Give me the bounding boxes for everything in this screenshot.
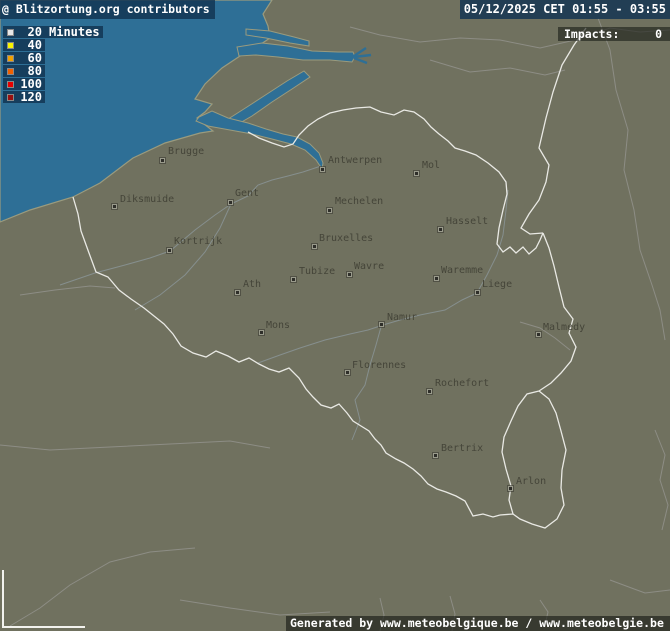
legend-swatch-icon xyxy=(7,94,14,101)
scale-bar-horizontal xyxy=(2,626,85,628)
legend-row-60: 60 xyxy=(3,52,45,64)
city-marker-liege xyxy=(475,290,480,295)
city-marker-antwerpen xyxy=(320,167,325,172)
legend-swatch-icon xyxy=(7,42,14,49)
legend-row-40: 40 xyxy=(3,39,45,51)
city-marker-hasselt xyxy=(438,227,443,232)
legend: 20 Minutes 406080100120 xyxy=(3,26,103,104)
city-label-hasselt: Hasselt xyxy=(446,217,488,227)
legend-row-100: 100 xyxy=(3,78,45,90)
city-label-bruxelles: Bruxelles xyxy=(319,234,373,244)
city-label-mons: Mons xyxy=(266,321,290,331)
legend-row-80: 80 xyxy=(3,65,45,77)
city-label-mechelen: Mechelen xyxy=(335,197,383,207)
city-marker-kortrijk xyxy=(167,248,172,253)
city-marker-diksmuide xyxy=(112,204,117,209)
impacts-value: 0 xyxy=(655,27,662,41)
city-marker-malmedy xyxy=(536,332,541,337)
city-label-kortrijk: Kortrijk xyxy=(174,237,222,247)
legend-minutes-value: 100 xyxy=(20,77,42,91)
city-marker-wavre xyxy=(347,272,352,277)
legend-row-20: 20 Minutes xyxy=(3,26,103,38)
city-label-diksmuide: Diksmuide xyxy=(120,195,174,205)
city-label-ath: Ath xyxy=(243,280,261,290)
city-marker-brugge xyxy=(160,158,165,163)
legend-swatch-icon xyxy=(7,68,14,75)
city-marker-ath xyxy=(235,290,240,295)
legend-row-120: 120 xyxy=(3,91,45,103)
legend-minutes-value: 120 xyxy=(20,90,42,104)
scale-bar-vertical xyxy=(2,570,4,628)
city-label-rochefort: Rochefort xyxy=(435,379,489,389)
city-marker-tubize xyxy=(291,277,296,282)
city-label-malmedy: Malmedy xyxy=(543,323,585,333)
city-marker-bruxelles xyxy=(312,244,317,249)
city-label-liege: Liege xyxy=(482,280,512,290)
city-marker-arlon xyxy=(508,486,513,491)
city-label-wavre: Wavre xyxy=(354,262,384,272)
city-label-florennes: Florennes xyxy=(352,361,406,371)
city-label-waremme: Waremme xyxy=(441,266,483,276)
city-label-gent: Gent xyxy=(235,189,259,199)
city-label-namur: Namur xyxy=(387,313,417,323)
legend-minutes-value: 20 xyxy=(20,25,42,39)
city-label-tubize: Tubize xyxy=(299,267,335,277)
footer-credit-bar: Generated by www.meteobelgique.be / www.… xyxy=(286,616,670,631)
city-marker-mechelen xyxy=(327,208,332,213)
city-label-bertrix: Bertrix xyxy=(441,444,483,454)
city-marker-waremme xyxy=(434,276,439,281)
city-label-arlon: Arlon xyxy=(516,477,546,487)
legend-swatch-icon xyxy=(7,81,14,88)
city-marker-mol xyxy=(414,171,419,176)
legend-swatch-icon xyxy=(7,29,14,36)
city-marker-gent xyxy=(228,200,233,205)
legend-minutes-value: 80 xyxy=(20,64,42,78)
city-label-brugge: Brugge xyxy=(168,147,204,157)
impacts-badge: Impacts: 0 xyxy=(558,27,670,41)
datetime-bar: 05/12/2025 CET 01:55 - 03:55 xyxy=(460,0,670,19)
city-marker-rochefort xyxy=(427,389,432,394)
lightning-map-page: Brugge Antwerpen Mol Diksmuide Gent Mechelen H… xyxy=(0,0,670,631)
city-label-mol: Mol xyxy=(422,161,440,171)
impacts-label: Impacts: xyxy=(564,27,619,41)
city-label-antwerpen: Antwerpen xyxy=(328,156,382,166)
city-marker-mons xyxy=(259,330,264,335)
city-marker-bertrix xyxy=(433,453,438,458)
attribution-bar: @ Blitzortung.org contributors xyxy=(0,0,215,19)
legend-unit-suffix: Minutes xyxy=(49,25,100,39)
city-marker-namur xyxy=(379,322,384,327)
city-marker-florennes xyxy=(345,370,350,375)
legend-minutes-value: 60 xyxy=(20,51,42,65)
legend-minutes-value: 40 xyxy=(20,38,42,52)
legend-swatch-icon xyxy=(7,55,14,62)
